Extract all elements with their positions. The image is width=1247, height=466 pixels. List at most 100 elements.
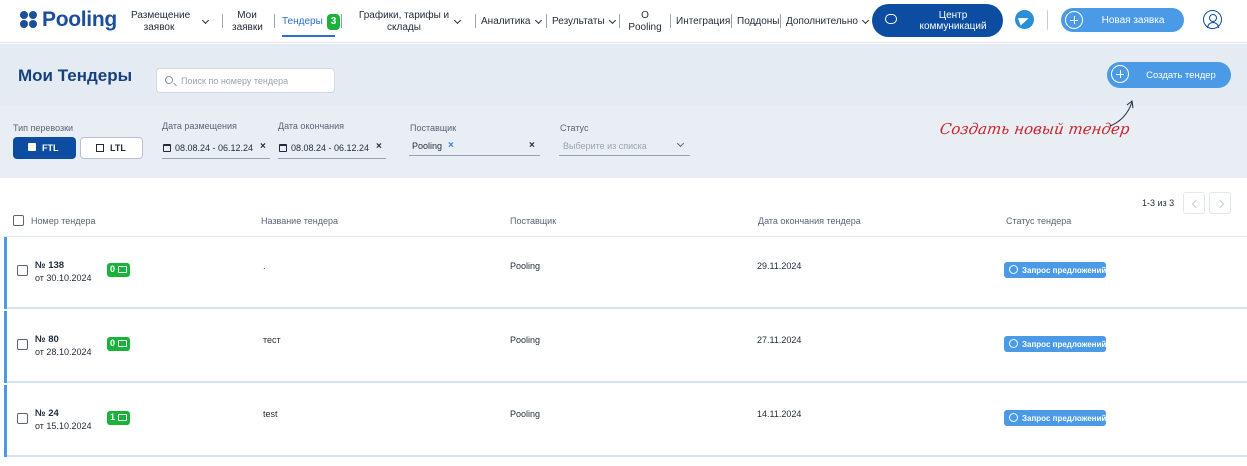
create-tender-label: Создать тендер (1146, 70, 1216, 81)
tender-provider: Pooling (510, 261, 541, 271)
logo-icon (20, 11, 38, 29)
search-icon (165, 76, 173, 84)
truck-icon (28, 143, 36, 151)
tender-name: test (263, 409, 278, 419)
nav-divider (670, 14, 671, 28)
tender-name: . (263, 261, 266, 271)
nav-results[interactable]: Результаты (552, 0, 616, 43)
row-accent (4, 311, 7, 383)
telegram-icon[interactable] (1015, 10, 1034, 29)
search-box[interactable] (156, 68, 335, 93)
messages-count: 0 (110, 264, 116, 274)
messages-badge[interactable]: 0 (107, 263, 130, 277)
envelope-icon (118, 414, 127, 421)
row-checkbox[interactable] (17, 265, 28, 276)
nav-divider (274, 14, 275, 28)
column-header-provider[interactable]: Поставщик (510, 216, 556, 226)
tender-end-date: 27.11.2024 (757, 335, 802, 345)
placed-date-label: Дата размещения (162, 121, 237, 131)
status-select[interactable]: Выберите из списка (563, 141, 647, 151)
status-badge: Запрос предложений (1004, 410, 1106, 426)
new-order-label: Новая заявка (1101, 14, 1165, 26)
nav-divider (341, 14, 342, 28)
plus-icon (1065, 11, 1083, 29)
pallet-icon (96, 144, 104, 152)
column-header-name[interactable]: Название тендера (261, 216, 338, 226)
status-label: Запрос предложений (1022, 340, 1107, 349)
end-date-value: 08.08.24 - 06.12.24 (291, 143, 370, 153)
column-header-status[interactable]: Статус тендера (1006, 216, 1071, 226)
status-badge: Запрос предложений (1004, 336, 1106, 352)
search-input[interactable] (181, 74, 331, 88)
nav-integration[interactable]: Интеграция (676, 0, 730, 43)
table-row[interactable]: № 80 от 28.10.2024 0 тест Pooling 27.11.… (4, 311, 1247, 383)
hint-arrow-icon (1109, 100, 1134, 127)
status-label: Статус (560, 123, 589, 133)
ltl-label: LTL (110, 143, 126, 153)
column-header-number[interactable]: Номер тендера (31, 216, 95, 226)
next-page-button[interactable] (1209, 192, 1231, 214)
new-order-button[interactable]: Новая заявка (1061, 8, 1184, 32)
user-avatar-icon[interactable] (1203, 10, 1222, 29)
nav-integration-label: Интеграция (676, 15, 731, 27)
nav-about[interactable]: О Pooling (628, 0, 662, 43)
nav-results-label: Результаты (552, 15, 605, 27)
nav-analytics-label: Аналитика (481, 15, 531, 27)
clock-icon (1009, 413, 1018, 422)
placed-date-field[interactable]: 08.08.24 - 06.12.24 (163, 138, 253, 158)
tender-date: от 15.10.2024 (35, 421, 92, 431)
nav-analytics[interactable]: Аналитика (481, 0, 542, 43)
tender-number[interactable]: № 24 (35, 408, 59, 419)
communication-center-label: Центр коммуникаций (919, 9, 987, 32)
table-row[interactable]: № 24 от 15.10.2024 1 test Pooling 14.11.… (4, 385, 1247, 457)
envelope-icon (118, 340, 127, 347)
placed-date-value: 08.08.24 - 06.12.24 (175, 143, 254, 153)
communication-center-button[interactable]: Центр коммуникаций (872, 4, 1003, 37)
field-underline (559, 155, 690, 156)
nav-more[interactable]: Дополнительно (786, 0, 870, 43)
plus-icon (1111, 65, 1129, 83)
column-header-end-date[interactable]: Дата окончания тендера (758, 216, 861, 226)
tender-number[interactable]: № 80 (35, 334, 59, 345)
field-underline (409, 155, 540, 156)
messages-badge[interactable]: 1 (107, 411, 130, 425)
chevron-down-icon (201, 16, 210, 24)
chevron-down-icon (453, 16, 462, 24)
calendar-icon (279, 144, 287, 152)
clock-icon (1009, 265, 1018, 274)
transport-type-label: Тип перевозки (13, 123, 74, 133)
clear-icon[interactable]: × (376, 141, 382, 152)
nav-my-orders[interactable]: Мои заявки (232, 0, 263, 43)
nav-tenders-label: Тендеры (282, 15, 323, 27)
row-checkbox[interactable] (17, 413, 28, 424)
nav-divider (222, 14, 223, 28)
clear-icon[interactable]: × (529, 140, 535, 151)
page-title: Мои Тендеры (18, 66, 133, 85)
ftl-toggle[interactable]: FTL (13, 137, 76, 159)
messages-count: 0 (110, 338, 116, 348)
logo[interactable]: Pooling (20, 8, 117, 32)
ftl-label: FTL (42, 143, 59, 153)
nav-placement[interactable]: Размещение заявок (131, 0, 210, 43)
tender-date: от 28.10.2024 (35, 347, 92, 357)
end-date-field[interactable]: 08.08.24 - 06.12.24 (279, 138, 369, 158)
tender-name: тест (263, 335, 281, 345)
select-all-checkbox[interactable] (13, 215, 24, 226)
nav-pallets[interactable]: Поддоны (737, 0, 779, 43)
remove-chip-icon[interactable]: × (448, 140, 454, 151)
row-accent (4, 385, 7, 457)
nav-schedules-label: Графики, тарифы и склады (358, 9, 450, 33)
row-accent (4, 237, 7, 309)
nav-schedules[interactable]: Графики, тарифы и склады (358, 0, 462, 43)
messages-count: 1 (110, 412, 116, 422)
tender-number[interactable]: № 138 (35, 260, 64, 271)
clock-icon (1009, 339, 1018, 348)
previous-page-button[interactable] (1183, 192, 1205, 214)
ltl-toggle[interactable]: LTL (80, 137, 143, 159)
clear-icon[interactable]: × (260, 141, 266, 152)
create-tender-button[interactable]: Создать тендер (1107, 62, 1231, 88)
row-checkbox[interactable] (17, 339, 28, 350)
envelope-icon (118, 266, 127, 273)
table-row[interactable]: № 138 от 30.10.2024 0 . Pooling 29.11.20… (4, 237, 1247, 309)
messages-badge[interactable]: 0 (107, 337, 130, 351)
